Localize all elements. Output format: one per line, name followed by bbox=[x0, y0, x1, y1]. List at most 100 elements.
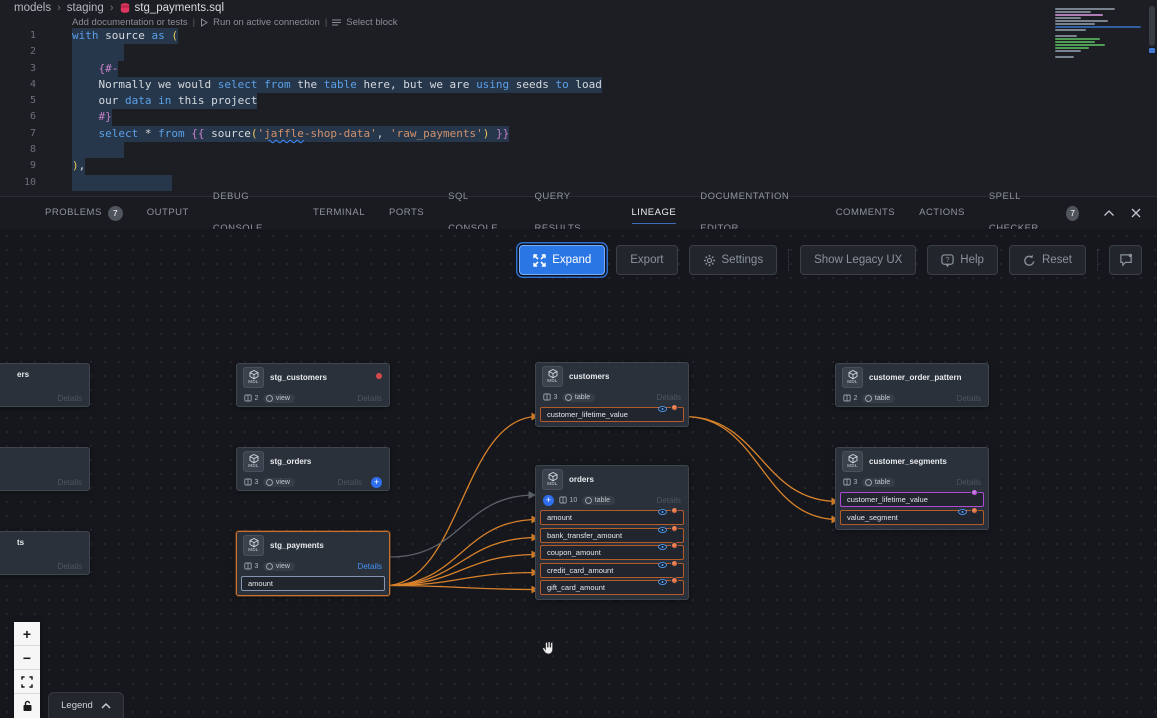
app-root: models › staging › stg_payments.sql Add … bbox=[0, 0, 1157, 718]
codelens-run[interactable]: Run on active connection bbox=[213, 17, 320, 28]
tab-terminal[interactable]: TERMINAL bbox=[313, 197, 365, 229]
code-line-5[interactable]: 5 our data in this project bbox=[0, 93, 1157, 109]
expand-icon bbox=[533, 254, 546, 267]
line-content: Normally we would select from the table … bbox=[72, 77, 602, 93]
column-amount[interactable]: amount bbox=[241, 576, 385, 591]
code-line-8[interactable]: 8 bbox=[0, 142, 1157, 158]
details-link[interactable]: Details bbox=[58, 478, 82, 487]
settings-button[interactable]: Settings bbox=[689, 245, 778, 275]
scrollbar-selection-marker bbox=[1149, 48, 1155, 53]
breadcrumb[interactable]: models › staging › stg_payments.sql bbox=[0, 0, 1157, 16]
lineage-edge bbox=[385, 417, 538, 586]
line-content: with source as ( bbox=[72, 28, 178, 44]
lineage-node-stg_customers[interactable]: MDLstg_customers2viewDetails bbox=[236, 363, 390, 407]
column-amount[interactable]: amount bbox=[540, 510, 684, 525]
code-line-3[interactable]: 3 {#- bbox=[0, 61, 1157, 77]
details-link[interactable]: Details bbox=[338, 478, 362, 487]
minimap[interactable] bbox=[1055, 8, 1141, 64]
tab-query-results[interactable]: QUERY RESULTS bbox=[535, 197, 608, 229]
lineage-node-customer_segments[interactable]: MDLcustomer_segments3tableDetailscustome… bbox=[835, 447, 989, 530]
node-title: orders bbox=[569, 475, 594, 484]
scrollbar-thumb[interactable] bbox=[1149, 6, 1155, 46]
code-line-1[interactable]: 1with source as ( bbox=[0, 28, 1157, 44]
column-gift_card_amount[interactable]: gift_card_amount bbox=[540, 580, 684, 595]
tab-comments[interactable]: COMMENTS bbox=[836, 197, 895, 229]
zoom-out-button[interactable]: − bbox=[14, 646, 40, 670]
lineage-node-orders[interactable]: MDLorders+10tableDetailsamountbank_trans… bbox=[535, 465, 689, 600]
lineage-node-customers[interactable]: MDLcustomers3tableDetailscustomer_lifeti… bbox=[535, 362, 689, 427]
toolbar-divider bbox=[1097, 249, 1098, 271]
lineage-node-stg_payments[interactable]: MDLstg_payments3viewDetailsamount bbox=[236, 531, 390, 596]
legend-toggle[interactable]: Legend bbox=[48, 692, 124, 718]
export-button[interactable]: Export bbox=[616, 245, 677, 275]
codelens-select-block[interactable]: Select block bbox=[346, 17, 397, 28]
details-link[interactable]: Details bbox=[58, 562, 82, 571]
codelens-add-docs[interactable]: Add documentation or tests bbox=[72, 17, 188, 28]
feedback-icon bbox=[1119, 253, 1133, 267]
editor-scrollbar[interactable] bbox=[1147, 4, 1155, 66]
materialization-icon bbox=[266, 479, 273, 486]
code-line-6[interactable]: 6 #} bbox=[0, 109, 1157, 125]
column-customer_lifetime_value[interactable]: customer_lifetime_value bbox=[540, 407, 684, 422]
reset-button[interactable]: Reset bbox=[1009, 245, 1086, 275]
toolbar-divider bbox=[788, 249, 789, 271]
codelens-bar: Add documentation or tests | Run on acti… bbox=[0, 16, 1157, 28]
show-legacy-ux-button[interactable]: Show Legacy UX bbox=[800, 245, 916, 275]
column-count-icon bbox=[244, 562, 252, 570]
column-coupon_amount[interactable]: coupon_amount bbox=[540, 545, 684, 560]
lineage-node-partial_c[interactable]: tsDetails bbox=[0, 531, 90, 575]
code-editor[interactable]: models › staging › stg_payments.sql Add … bbox=[0, 0, 1157, 196]
column-bank_transfer_amount[interactable]: bank_transfer_amount bbox=[540, 528, 684, 543]
details-link[interactable]: Details bbox=[657, 393, 681, 402]
column-value_segment[interactable]: value_segment bbox=[840, 510, 984, 525]
fit-view-button[interactable] bbox=[14, 670, 40, 694]
help-button[interactable]: ? Help bbox=[927, 245, 998, 275]
lineage-node-partial_a[interactable]: ersDetails bbox=[0, 363, 90, 407]
column-eye-icon bbox=[658, 406, 667, 412]
tab-spell-checker[interactable]: SPELL CHECKER7 bbox=[989, 197, 1079, 229]
code-lines[interactable]: 1with source as (23 {#-4 Normally we wou… bbox=[0, 28, 1157, 191]
tab-debug-console[interactable]: DEBUG CONSOLE bbox=[213, 197, 289, 229]
svg-text:?: ? bbox=[946, 256, 950, 263]
expand-upstream-button[interactable]: + bbox=[543, 495, 554, 506]
details-link[interactable]: Details bbox=[58, 394, 82, 403]
column-eye-icon bbox=[658, 579, 667, 585]
code-line-4[interactable]: 4 Normally we would select from the tabl… bbox=[0, 77, 1157, 93]
column-count-icon bbox=[543, 393, 551, 401]
code-line-7[interactable]: 7 select * from {{ source('jaffle-shop-d… bbox=[0, 126, 1157, 142]
breadcrumb-file[interactable]: stg_payments.sql bbox=[120, 2, 225, 14]
tab-actions[interactable]: ACTIONS bbox=[919, 197, 965, 229]
code-line-2[interactable]: 2 bbox=[0, 44, 1157, 60]
column-port-dot bbox=[971, 507, 978, 514]
feedback-button[interactable] bbox=[1109, 245, 1142, 275]
tab-ports[interactable]: PORTS bbox=[389, 197, 424, 229]
lock-button[interactable] bbox=[14, 694, 40, 718]
node-title: customer_segments bbox=[869, 457, 947, 466]
lineage-node-partial_b[interactable]: Details bbox=[0, 447, 90, 491]
breadcrumb-staging[interactable]: staging bbox=[67, 2, 104, 14]
zoom-in-button[interactable]: + bbox=[14, 622, 40, 646]
tab-documentation-editor[interactable]: DOCUMENTATION EDITOR bbox=[700, 197, 811, 229]
column-customer_lifetime_value[interactable]: customer_lifetime_value bbox=[840, 492, 984, 507]
lineage-node-stg_orders[interactable]: MDLstg_orders3viewDetails+ bbox=[236, 447, 390, 491]
lineage-node-customer_order_pattern[interactable]: MDLcustomer_order_pattern2tableDetails bbox=[835, 363, 989, 407]
details-link[interactable]: Details bbox=[657, 496, 681, 505]
details-link[interactable]: Details bbox=[358, 562, 382, 571]
tab-sql-console[interactable]: SQL CONSOLE bbox=[448, 197, 510, 229]
code-line-9[interactable]: 9), bbox=[0, 158, 1157, 174]
tab-lineage[interactable]: LINEAGE bbox=[632, 197, 677, 229]
details-link[interactable]: Details bbox=[957, 478, 981, 487]
expand-downstream-button[interactable]: + bbox=[371, 477, 382, 488]
expand-button[interactable]: Expand bbox=[519, 245, 605, 275]
breadcrumb-models[interactable]: models bbox=[14, 2, 51, 14]
materialization-badge: view bbox=[263, 394, 295, 403]
lineage-canvas[interactable]: ersDetailsDetailstsDetailsMDLstg_custome… bbox=[0, 229, 1157, 718]
details-link[interactable]: Details bbox=[358, 394, 382, 403]
tab-output[interactable]: OUTPUT bbox=[147, 197, 189, 229]
details-link[interactable]: Details bbox=[957, 394, 981, 403]
tab-problems[interactable]: PROBLEMS7 bbox=[45, 197, 123, 229]
panel-close-icon[interactable] bbox=[1131, 208, 1141, 218]
line-content: #} bbox=[72, 109, 112, 125]
panel-maximize-icon[interactable] bbox=[1103, 209, 1115, 217]
column-credit_card_amount[interactable]: credit_card_amount bbox=[540, 563, 684, 578]
